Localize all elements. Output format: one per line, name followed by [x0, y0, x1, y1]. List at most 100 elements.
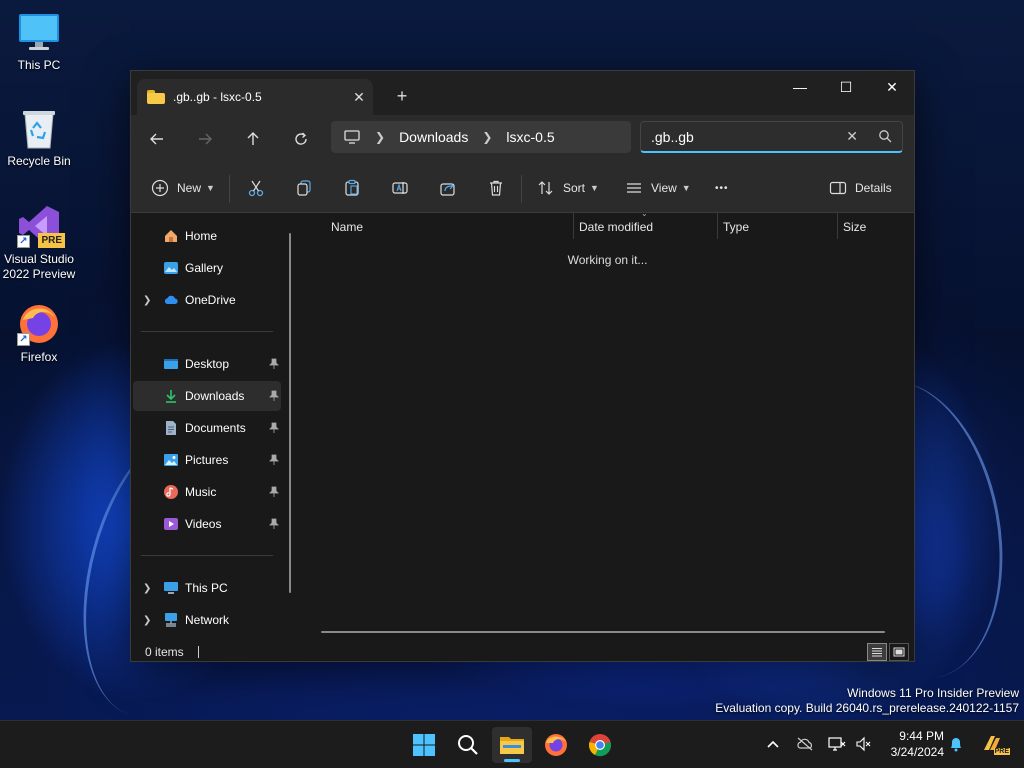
- sidebar-item-downloads[interactable]: Downloads: [133, 381, 281, 411]
- share-button[interactable]: [439, 173, 457, 203]
- sidebar-scrollbar[interactable]: [289, 233, 291, 593]
- preview-badge: PRE: [38, 233, 65, 248]
- arrow-right-icon: [199, 133, 212, 145]
- details-pane-icon: [829, 181, 847, 195]
- taskbar-firefox[interactable]: [536, 727, 576, 763]
- maximize-button[interactable]: ☐: [823, 71, 869, 103]
- toolbar-divider: [229, 175, 230, 203]
- forward-button[interactable]: [189, 125, 221, 153]
- taskbar-search-button[interactable]: [448, 727, 488, 763]
- pin-icon[interactable]: [269, 422, 279, 434]
- refresh-button[interactable]: [285, 125, 317, 153]
- chevron-down-icon: ▼: [206, 183, 215, 193]
- refresh-icon: [295, 132, 307, 145]
- search-icon[interactable]: [878, 129, 892, 143]
- sidebar-item-this-pc[interactable]: ❯ This PC: [133, 573, 281, 603]
- chevron-right-icon[interactable]: ❯: [143, 295, 151, 306]
- clear-search-icon[interactable]: ✕: [846, 128, 858, 145]
- more-options-button[interactable]: •••: [715, 173, 729, 203]
- pin-icon[interactable]: [269, 358, 279, 370]
- sidebar-item-network[interactable]: ❯ Network: [133, 605, 281, 635]
- pin-icon[interactable]: [269, 486, 279, 498]
- column-header-type[interactable]: Type: [713, 213, 837, 241]
- search-input[interactable]: [651, 128, 831, 145]
- sidebar-item-documents[interactable]: Documents: [133, 413, 281, 443]
- new-button[interactable]: New ▼: [151, 173, 215, 203]
- desktop-icon-this-pc[interactable]: This PC: [0, 10, 78, 73]
- monitor-icon: [17, 10, 61, 54]
- sidebar-item-label: Videos: [185, 517, 222, 531]
- start-button[interactable]: [404, 727, 444, 763]
- view-button[interactable]: View ▼: [625, 173, 691, 203]
- sort-button[interactable]: Sort ▼: [537, 173, 599, 203]
- details-view-button[interactable]: [867, 643, 887, 661]
- evaluation-watermark: Windows 11 Pro Insider Preview Evaluatio…: [715, 686, 1019, 716]
- chevron-right-icon[interactable]: ❯: [143, 615, 151, 626]
- sidebar-item-videos[interactable]: Videos: [133, 509, 281, 539]
- new-tab-button[interactable]: +: [389, 84, 415, 108]
- details-label: Details: [855, 181, 892, 195]
- pin-icon[interactable]: [269, 518, 279, 530]
- back-button[interactable]: [141, 125, 173, 153]
- horizontal-scrollbar[interactable]: [321, 631, 885, 633]
- desktop-icon-visual-studio[interactable]: PRE ↗ Visual Studio 2022 Preview: [0, 204, 78, 282]
- large-icons-view-button[interactable]: [889, 643, 909, 661]
- taskbar-file-explorer[interactable]: [492, 727, 532, 763]
- sidebar-item-pictures[interactable]: Pictures: [133, 445, 281, 475]
- computer-icon: [164, 582, 178, 594]
- breadcrumb-downloads[interactable]: Downloads: [399, 129, 468, 145]
- folder-icon: [147, 90, 165, 104]
- close-button[interactable]: ✕: [869, 71, 915, 103]
- details-pane-button[interactable]: Details: [829, 173, 892, 203]
- tab-current[interactable]: .gb..gb - lsxc-0.5 ✕: [137, 79, 373, 115]
- sort-indicator-icon: ⌄: [641, 209, 648, 218]
- delete-button[interactable]: [487, 173, 505, 203]
- volume-muted-icon: [856, 736, 871, 752]
- rename-button[interactable]: [391, 173, 409, 203]
- arrow-up-icon: [247, 132, 259, 145]
- sidebar-item-home[interactable]: Home: [133, 221, 281, 251]
- sidebar-item-desktop[interactable]: Desktop: [133, 349, 281, 379]
- search-box[interactable]: ✕: [640, 121, 903, 153]
- minimize-button[interactable]: —: [777, 71, 823, 103]
- taskbar-clock[interactable]: 9:44 PM 3/24/2024: [880, 728, 944, 760]
- notifications-button[interactable]: [947, 735, 965, 753]
- desktop-icon-recycle-bin[interactable]: Recycle Bin: [0, 106, 78, 169]
- network-icon: [165, 613, 177, 627]
- chevron-right-icon[interactable]: ❯: [143, 583, 151, 594]
- onedrive-tray-icon[interactable]: [796, 735, 814, 753]
- scissors-icon: [248, 180, 264, 197]
- sidebar-item-onedrive[interactable]: ❯ OneDrive: [133, 285, 281, 315]
- breadcrumb-chevron-icon: ❯: [375, 130, 386, 144]
- cut-button[interactable]: [247, 173, 265, 203]
- sidebar-item-label: This PC: [185, 581, 228, 595]
- tab-close-button[interactable]: ✕: [345, 89, 373, 106]
- pin-icon[interactable]: [269, 454, 279, 466]
- paste-button[interactable]: [343, 173, 361, 203]
- copy-button[interactable]: [295, 173, 313, 203]
- taskbar-chrome[interactable]: [580, 727, 620, 763]
- volume-tray-icon[interactable]: [854, 735, 872, 753]
- pin-icon[interactable]: [269, 390, 279, 402]
- sidebar-item-label: Downloads: [185, 389, 245, 403]
- recycle-bin-icon: [17, 106, 61, 150]
- arrow-left-icon: [150, 133, 163, 145]
- desktop-icon-label: This PC: [17, 58, 61, 72]
- tab-title: .gb..gb - lsxc-0.5: [173, 90, 262, 104]
- sidebar-item-gallery[interactable]: Gallery: [133, 253, 281, 283]
- navigation-bar: ❯ Downloads ❯ lsxc-0.5 ✕: [131, 115, 914, 165]
- desktop-icon-firefox[interactable]: ↗ Firefox: [0, 302, 78, 365]
- loading-message: Working on it...: [567, 253, 648, 267]
- address-bar[interactable]: ❯ Downloads ❯ lsxc-0.5: [331, 121, 631, 153]
- network-tray-icon[interactable]: [828, 735, 846, 753]
- chevron-up-icon: [767, 740, 779, 748]
- show-hidden-icons-button[interactable]: [764, 735, 782, 753]
- up-button[interactable]: [237, 125, 269, 153]
- column-header-name[interactable]: Name: [321, 213, 573, 241]
- breadcrumb-lsxc[interactable]: lsxc-0.5: [506, 129, 554, 145]
- sidebar-item-label: Gallery: [185, 261, 224, 275]
- insider-preview-tray-icon[interactable]: PRE: [980, 735, 1010, 755]
- column-header-size[interactable]: Size: [833, 213, 913, 241]
- sidebar-item-music[interactable]: Music: [133, 477, 281, 507]
- windows-logo-icon: [413, 734, 435, 756]
